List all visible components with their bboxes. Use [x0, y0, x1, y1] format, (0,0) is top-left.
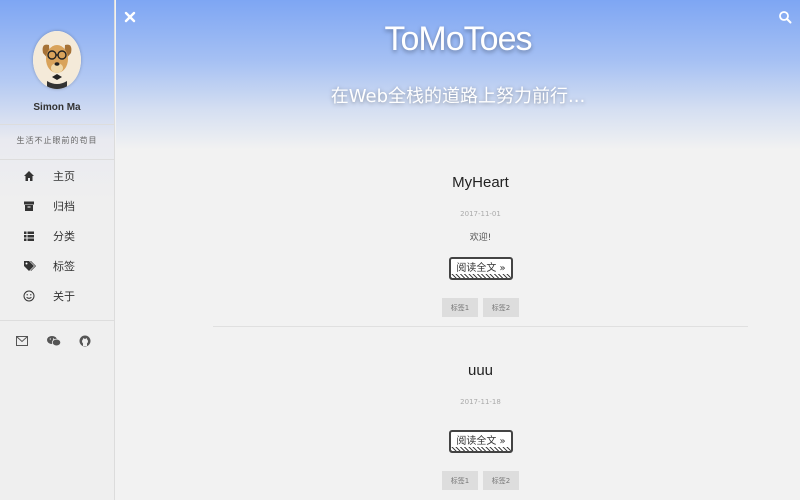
post-tags: 标签1 标签2: [213, 298, 748, 317]
sidebar-item-tags[interactable]: 标签: [0, 255, 114, 277]
sidebar-item-archive[interactable]: 归档: [0, 195, 114, 217]
sidebar-item-about[interactable]: 关于: [0, 285, 114, 307]
tags-icon: [22, 259, 36, 273]
post-title[interactable]: MyHeart: [213, 174, 748, 191]
username: Simon Ma: [33, 102, 81, 113]
read-more-label: 阅读全文 »: [456, 263, 506, 274]
github-icon[interactable]: [77, 331, 93, 351]
tag[interactable]: 标签2: [483, 298, 519, 317]
wechat-icon[interactable]: [46, 331, 62, 351]
motto: 生活不止眼前的苟目: [16, 136, 98, 145]
tag[interactable]: 标签1: [442, 471, 478, 490]
site-title[interactable]: ToMoToes: [116, 20, 800, 59]
post-date: 2017-11-01: [460, 210, 501, 218]
archive-icon: [22, 199, 36, 213]
post-excerpt: 欢迎!: [469, 233, 492, 243]
sidebar-item-label: 关于: [53, 290, 75, 303]
post-date: 2017-11-18: [460, 398, 501, 406]
read-more-button[interactable]: 阅读全文 »: [449, 257, 513, 280]
sidebar-item-label: 标签: [53, 260, 75, 273]
post-divider: [213, 326, 748, 327]
sidebar: Simon Ma 生活不止眼前的苟目 主页 归档 分类 标签 关于: [0, 0, 115, 500]
tag[interactable]: 标签2: [483, 471, 519, 490]
avatar[interactable]: [33, 31, 81, 89]
close-icon[interactable]: [123, 9, 137, 23]
sidebar-item-label: 主页: [53, 170, 75, 183]
list-icon: [22, 229, 36, 243]
sidebar-item-label: 分类: [53, 230, 75, 243]
sidebar-divider: [0, 159, 114, 160]
smile-icon: [22, 289, 36, 303]
home-icon: [22, 169, 36, 183]
sidebar-divider: [0, 124, 114, 125]
search-icon[interactable]: [778, 9, 792, 24]
mail-icon[interactable]: [14, 331, 30, 351]
sidebar-item-categories[interactable]: 分类: [0, 225, 114, 247]
post-title[interactable]: uuu: [213, 362, 748, 379]
site-subtitle: 在Web全栈的道路上努力前行...: [330, 86, 586, 107]
read-more-label: 阅读全文 »: [456, 436, 506, 447]
sidebar-divider: [0, 320, 114, 321]
site-header: ToMoToes 在Web全栈的道路上努力前行...: [116, 0, 800, 150]
sidebar-item-home[interactable]: 主页: [0, 165, 114, 187]
sidebar-item-label: 归档: [53, 200, 75, 213]
post-tags: 标签1 标签2: [213, 471, 748, 490]
read-more-button[interactable]: 阅读全文 »: [449, 430, 513, 453]
tag[interactable]: 标签1: [442, 298, 478, 317]
